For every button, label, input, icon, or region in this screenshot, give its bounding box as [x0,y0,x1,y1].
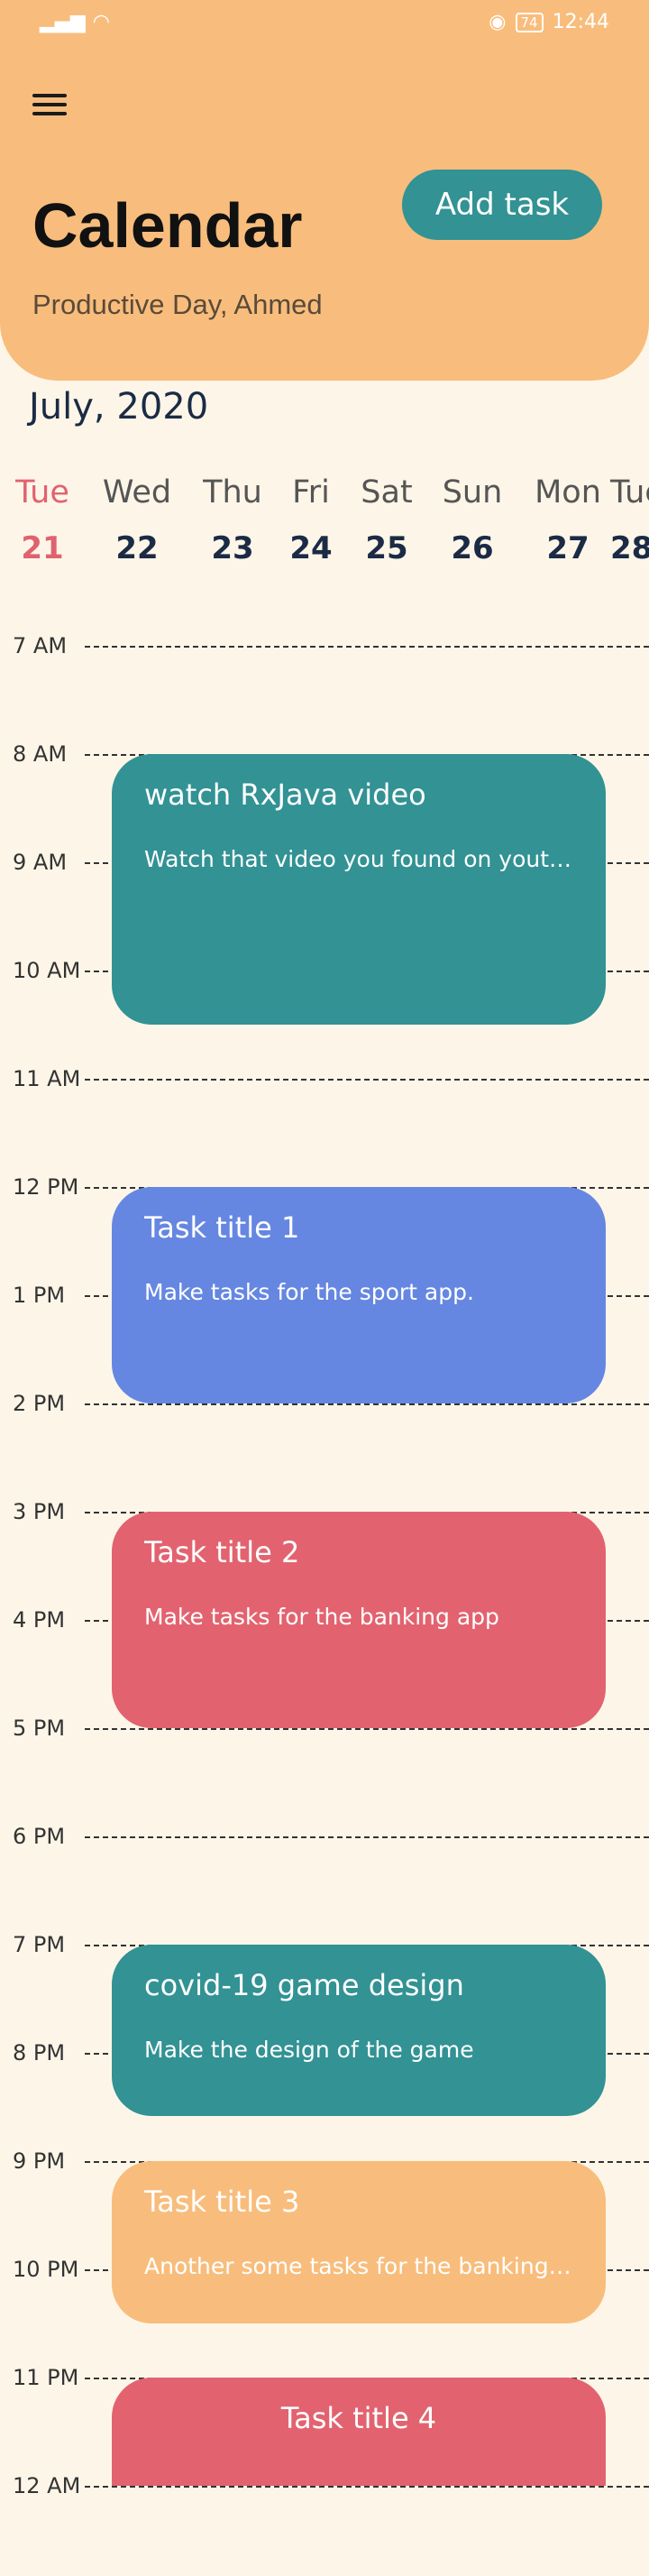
time-label: 8 PM [13,2040,66,2065]
time-label: 9 PM [13,2148,66,2174]
time-label: 5 PM [13,1716,66,1741]
hour-divider [85,2486,649,2488]
day-number: 27 [546,530,590,566]
clock: 12:44 [552,11,609,33]
time-label: 11 AM [13,1066,81,1091]
task-description: Make tasks for the banking app [144,1604,499,1630]
page-title: Calendar [32,190,303,261]
time-row: 6 PM [0,1823,649,1850]
task-title: Task title 3 [144,2185,300,2219]
day-item[interactable]: Sun 26 [423,474,522,566]
day-name: Tue [610,474,649,511]
day-name: Sun [442,474,503,511]
day-name: Sat [361,474,413,511]
menu-icon[interactable] [32,87,76,123]
day-number: 25 [365,530,408,566]
hour-divider [85,1836,649,1838]
task-description: Make the design of the game [144,2037,474,2063]
signal-icon: ▂▄▆ [40,11,86,33]
time-label: 6 PM [13,1824,66,1849]
time-label: 9 AM [13,850,68,875]
task-title: covid-19 game design [144,1968,464,2002]
day-item[interactable]: Sat 25 [337,474,436,566]
day-item[interactable]: Tue 28 [610,474,649,566]
status-bar: ▂▄▆ ◠ ◉ 74 12:44 [0,0,649,51]
day-item[interactable]: Mon 27 [518,474,617,566]
task-title: Task title 4 [280,2401,437,2435]
eye-icon: ◉ [489,11,507,33]
time-label: 8 AM [13,741,68,767]
time-label: 11 PM [13,2365,79,2390]
task-card[interactable]: Task title 3 Another some tasks for the … [112,2161,606,2323]
hour-divider [85,646,649,648]
day-number: 28 [610,530,649,566]
hour-divider [85,1728,649,1730]
time-label: 10 AM [13,958,81,983]
time-label: 7 PM [13,1932,66,1957]
task-card[interactable]: Task title 1 Make tasks for the sport ap… [112,1187,606,1403]
day-number: 26 [451,530,494,566]
hour-divider [85,1403,649,1405]
task-card[interactable]: Task title 2 Make tasks for the banking … [112,1512,606,1728]
time-label: 12 AM [13,2473,81,2498]
greeting-subtitle: Productive Day, Ahmed [32,289,323,320]
day-name: Wed [102,474,172,511]
month-label: July, 2020 [29,386,209,428]
task-title: watch RxJava video [144,777,426,812]
task-title: Task title 2 [144,1535,300,1569]
day-selector: Tue 21 Wed 22 Thu 23 Fri 24 Sat 25 Sun 2… [0,474,649,574]
task-card[interactable]: Task title 4 [112,2378,606,2486]
time-row: 7 AM [0,632,649,659]
day-name: Mon [535,474,601,511]
day-name: Tue [15,474,69,511]
time-label: 7 AM [13,633,68,658]
task-description: Another some tasks for the banking app [144,2253,573,2279]
day-item[interactable]: Tue 21 [0,474,92,566]
time-label: 3 PM [13,1499,66,1524]
hour-divider [85,1079,649,1081]
task-description: Make tasks for the sport app. [144,1279,474,1305]
wifi-icon: ◠ [92,11,110,33]
time-label: 12 PM [13,1174,79,1200]
task-description: Watch that video you found on youtube [144,846,573,872]
time-label: 10 PM [13,2257,79,2282]
task-title: Task title 1 [144,1210,300,1245]
day-item[interactable]: Wed 22 [87,474,187,566]
time-label: 4 PM [13,1607,66,1633]
day-number: 22 [115,530,159,566]
task-card[interactable]: watch RxJava video Watch that video you … [112,754,606,1025]
time-row: 11 AM [0,1065,649,1092]
time-label: 1 PM [13,1283,66,1308]
status-left: ▂▄▆ ◠ [40,11,110,33]
day-number: 21 [21,530,64,566]
status-right: ◉ 74 12:44 [489,11,609,33]
time-label: 2 PM [13,1391,66,1416]
battery-icon: 74 [515,12,544,32]
add-task-button[interactable]: Add task [402,170,602,240]
task-card[interactable]: covid-19 game design Make the design of … [112,1945,606,2116]
